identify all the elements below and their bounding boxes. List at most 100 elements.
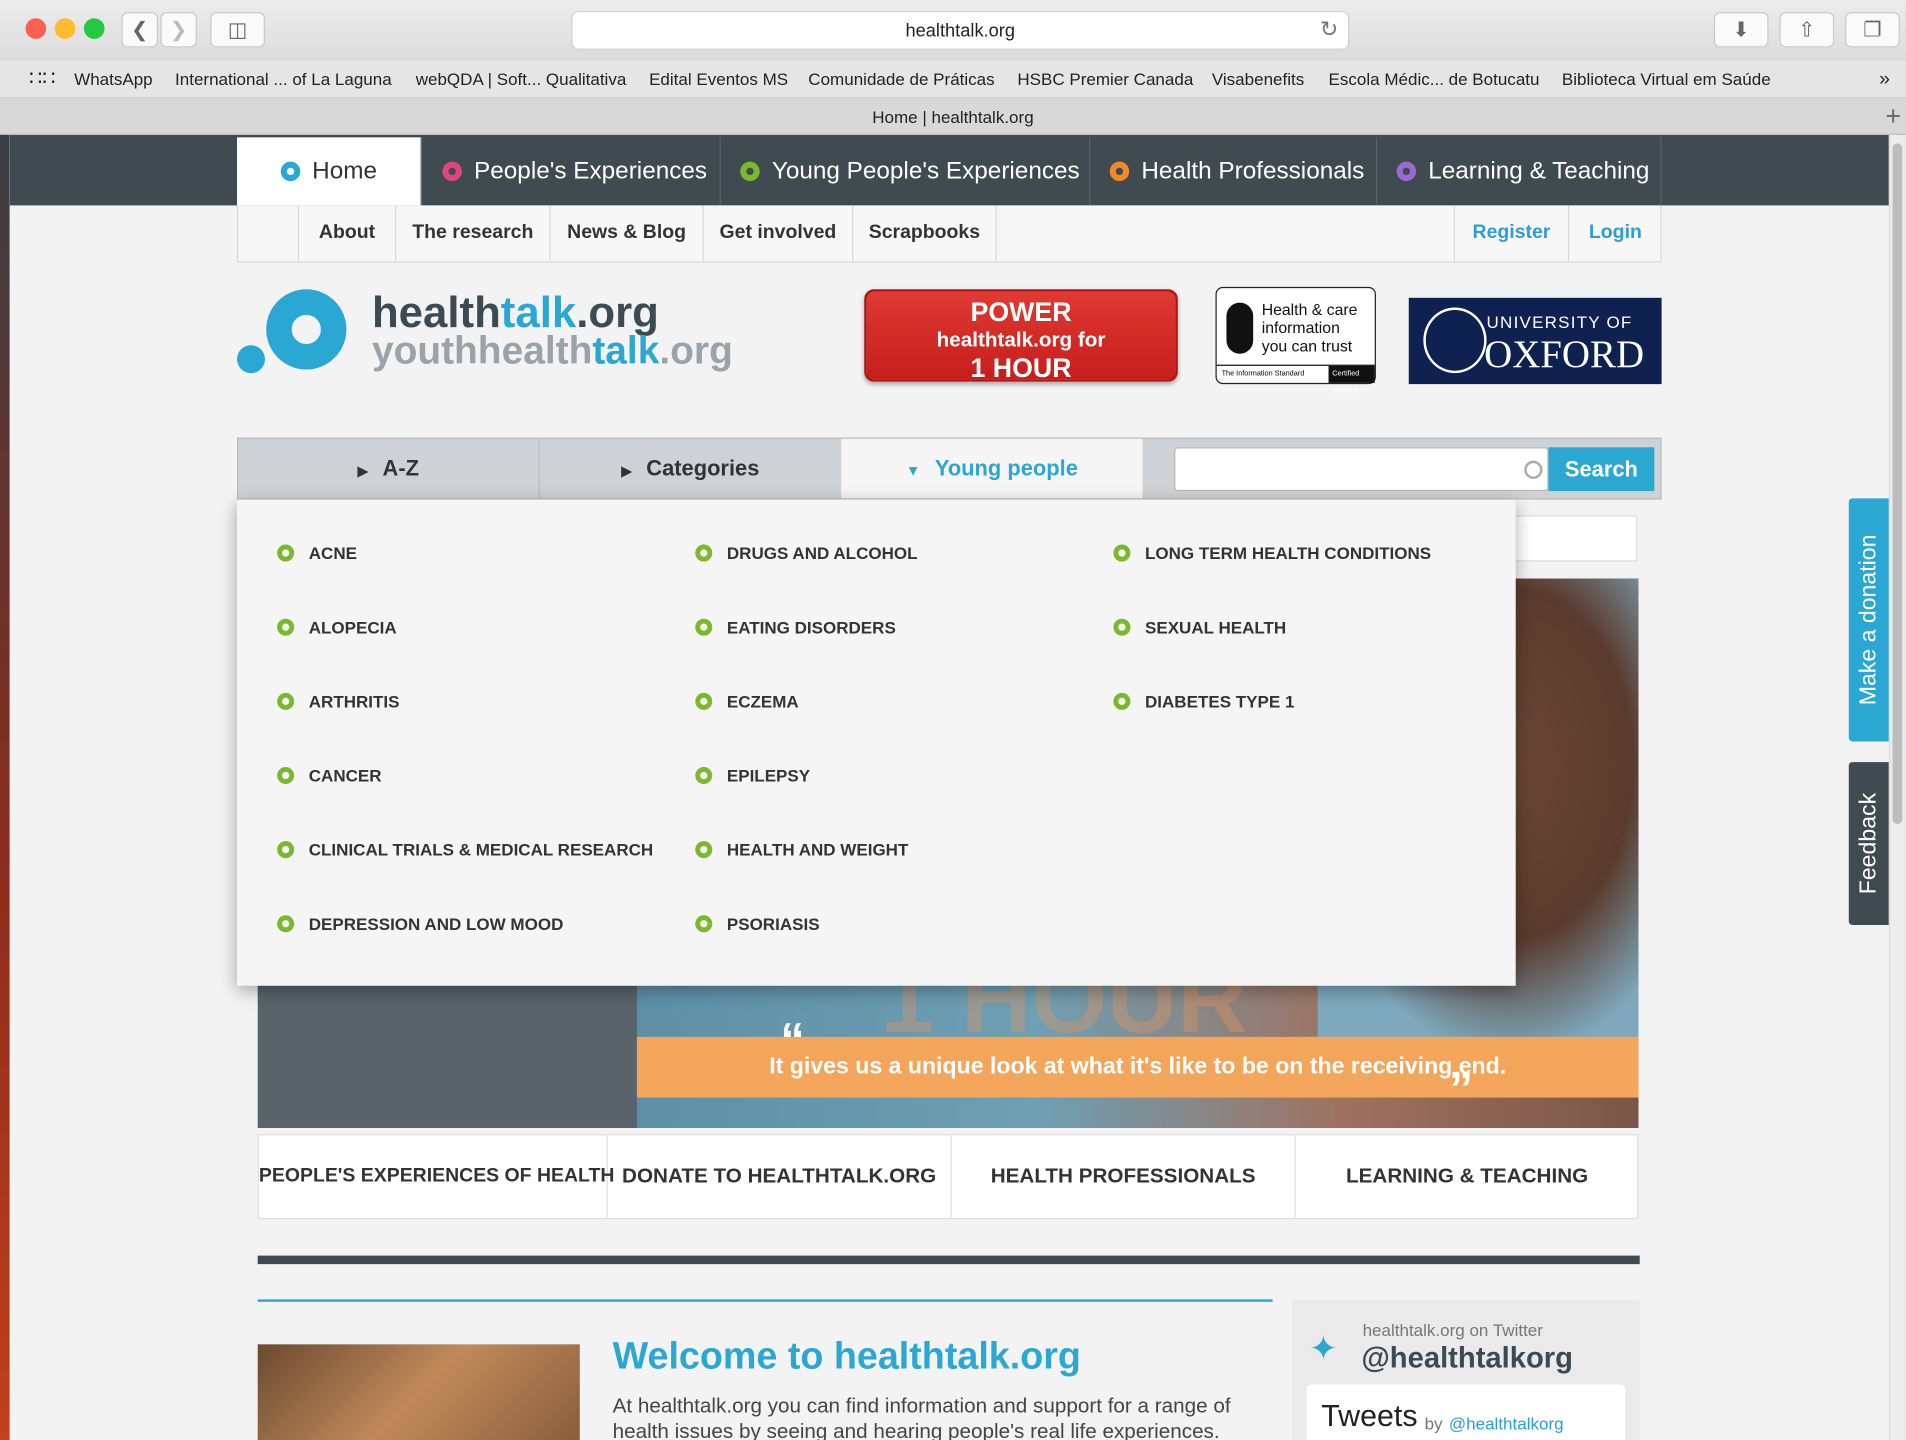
- address-bar[interactable]: healthtalk.org ↻: [571, 10, 1350, 50]
- twitter-handle[interactable]: @healthtalkorg: [1361, 1342, 1573, 1376]
- hero-quote: “ It gives us a unique look at what it's…: [636, 1014, 1639, 1116]
- apps-grid-icon[interactable]: ∷∷: [29, 67, 55, 91]
- download-icon: ⬇: [1732, 17, 1750, 41]
- list-item[interactable]: HEALTH AND WEIGHT: [695, 840, 908, 859]
- tile-learning-teaching[interactable]: LEARNING & TEACHING: [1296, 1135, 1639, 1218]
- tab-a-z[interactable]: ▶ A-Z: [238, 438, 540, 499]
- bookmark-item[interactable]: WhatsApp: [74, 69, 153, 88]
- bookmark-item[interactable]: HSBC Premier Canada: [1017, 69, 1193, 88]
- badge-line: Health & care: [1261, 300, 1358, 319]
- list-item[interactable]: ALOPECIA: [277, 617, 397, 637]
- search-button[interactable]: Search: [1548, 447, 1655, 492]
- list-item[interactable]: DRUGS AND ALCOHOL: [695, 543, 918, 563]
- oxford-logo[interactable]: UNIVERSITY OF OXFORD: [1408, 297, 1662, 385]
- green-ring-icon: [277, 544, 295, 562]
- list-item[interactable]: CLINICAL TRIALS & MEDICAL RESEARCH: [277, 840, 653, 859]
- tab-categories[interactable]: ▶ Categories: [540, 439, 841, 499]
- list-item[interactable]: EATING DISORDERS: [695, 617, 896, 637]
- list-item[interactable]: LONG TERM HEALTH CONDITIONS: [1113, 543, 1431, 563]
- list-item[interactable]: SEXUAL HEALTH: [1113, 617, 1286, 637]
- green-ring-icon: [1113, 544, 1131, 562]
- bookmark-item[interactable]: International ... of La Laguna: [175, 69, 392, 88]
- green-ring-icon: [277, 618, 295, 636]
- search-ring-icon: [1524, 460, 1543, 479]
- forward-button[interactable]: ❯: [160, 12, 197, 48]
- green-ring-icon: [695, 915, 713, 933]
- tweets-by-handle[interactable]: @healthtalkorg: [1449, 1414, 1564, 1433]
- tab-young-people[interactable]: ▼ Young people: [841, 438, 1143, 499]
- bookmark-item[interactable]: webQDA | Soft... Qualitativa: [416, 69, 627, 88]
- chevron-right-icon: ❯: [170, 17, 188, 41]
- nav-the-research[interactable]: The research: [395, 205, 549, 262]
- url-text: healthtalk.org: [905, 20, 1015, 41]
- bookmark-item[interactable]: Visabenefits: [1212, 69, 1304, 88]
- bookmark-item[interactable]: Escola Médic... de Botucatu: [1329, 69, 1540, 88]
- tab-peoples-experiences[interactable]: People's Experiences: [423, 137, 721, 206]
- twitter-bird-icon: ✦: [1309, 1329, 1338, 1368]
- topic-label: ARTHRITIS: [308, 691, 400, 712]
- bookmark-item[interactable]: Edital Eventos MS: [649, 69, 788, 88]
- scrollbar-thumb[interactable]: [1892, 143, 1903, 825]
- welcome-text: At healthtalk.org you can find informati…: [612, 1394, 1231, 1440]
- close-window-button[interactable]: [25, 18, 47, 39]
- green-ring-icon: [277, 766, 295, 784]
- tab-home[interactable]: Home: [237, 137, 422, 206]
- login-link[interactable]: Login: [1567, 205, 1662, 262]
- reload-icon[interactable]: ↻: [1320, 17, 1338, 43]
- active-tab-title[interactable]: Home | healthtalk.org: [872, 107, 1033, 126]
- tile-donate[interactable]: DONATE TO HEALTHTALK.ORG: [608, 1135, 952, 1218]
- list-item[interactable]: EPILEPSY: [695, 766, 810, 785]
- topic-label: ALOPECIA: [308, 617, 397, 637]
- list-item[interactable]: PSORIASIS: [695, 914, 820, 934]
- logo-line-2: youthhealthtalk.org: [372, 328, 733, 373]
- more-bookmarks-icon[interactable]: »: [1879, 69, 1890, 91]
- green-ring-icon: [1113, 618, 1131, 636]
- topic-label: ECZEMA: [726, 691, 799, 712]
- back-button[interactable]: ❮: [121, 12, 159, 48]
- logo-dot-icon: [237, 345, 265, 374]
- power-for-1-hour-banner[interactable]: POWER healthtalk.org for 1 HOUR: [864, 289, 1178, 383]
- zoom-window-button[interactable]: [83, 18, 105, 39]
- sidebar-toggle-button[interactable]: ◫: [210, 12, 265, 48]
- topic-label: HEALTH AND WEIGHT: [726, 839, 909, 860]
- register-link[interactable]: Register: [1453, 205, 1568, 262]
- make-donation-tab[interactable]: Make a donation: [1848, 498, 1889, 742]
- tab-learning-teaching[interactable]: Learning & Teaching: [1377, 137, 1662, 206]
- nav-news-blog[interactable]: News & Blog: [549, 205, 702, 262]
- list-item[interactable]: ARTHRITIS: [277, 691, 400, 712]
- downloads-button[interactable]: ⬇: [1713, 12, 1769, 48]
- logo-text: .org: [659, 328, 733, 372]
- minimize-window-button[interactable]: [54, 18, 76, 39]
- tab-young-peoples-experiences[interactable]: Young People's Experiences: [721, 137, 1091, 206]
- search-input[interactable]: [1174, 447, 1549, 492]
- list-item[interactable]: DEPRESSION AND LOW MOOD: [277, 914, 563, 934]
- list-item[interactable]: ACNE: [277, 543, 357, 563]
- list-item[interactable]: CANCER: [277, 766, 382, 785]
- share-icon: ⇧: [1798, 17, 1816, 41]
- sub-nav: About The research News & Blog Get invol…: [237, 205, 1662, 263]
- healthtalk-logo[interactable]: healthtalk.org youthhealthtalk.org: [237, 287, 733, 384]
- tab-label: Young People's Experiences: [771, 157, 1080, 185]
- topic-label: EPILEPSY: [726, 765, 811, 786]
- feedback-tab[interactable]: Feedback: [1848, 762, 1889, 925]
- list-item[interactable]: ECZEMA: [695, 691, 799, 712]
- nav-scrapbooks[interactable]: Scrapbooks: [852, 205, 997, 262]
- tab-label: A-Z: [382, 455, 420, 481]
- new-tab-icon[interactable]: +: [1885, 98, 1901, 134]
- share-button[interactable]: ⇧: [1779, 12, 1835, 48]
- tile-health-professionals[interactable]: HEALTH PROFESSIONALS: [952, 1135, 1296, 1218]
- welcome-photo: [257, 1344, 580, 1440]
- nav-about[interactable]: About: [297, 205, 395, 262]
- list-item[interactable]: DIABETES TYPE 1: [1113, 692, 1294, 711]
- tab-health-professionals[interactable]: Health Professionals: [1090, 137, 1378, 206]
- tile-peoples-experiences[interactable]: PEOPLE'S EXPERIENCES OF HEALTH: [259, 1135, 614, 1218]
- topic-label: DRUGS AND ALCOHOL: [726, 543, 918, 563]
- tab-label: Health Professionals: [1141, 157, 1365, 185]
- information-standard-icon: [1226, 302, 1254, 354]
- bookmark-item[interactable]: Biblioteca Virtual em Saúde: [1562, 69, 1771, 88]
- nav-get-involved[interactable]: Get involved: [702, 205, 853, 262]
- badge-footer: The Information Standard Certified Membe…: [1216, 364, 1375, 395]
- tabs-overview-button[interactable]: ❐: [1845, 12, 1900, 48]
- oxford-crest-icon: [1423, 307, 1487, 374]
- bookmark-item[interactable]: Comunidade de Práticas: [808, 69, 994, 88]
